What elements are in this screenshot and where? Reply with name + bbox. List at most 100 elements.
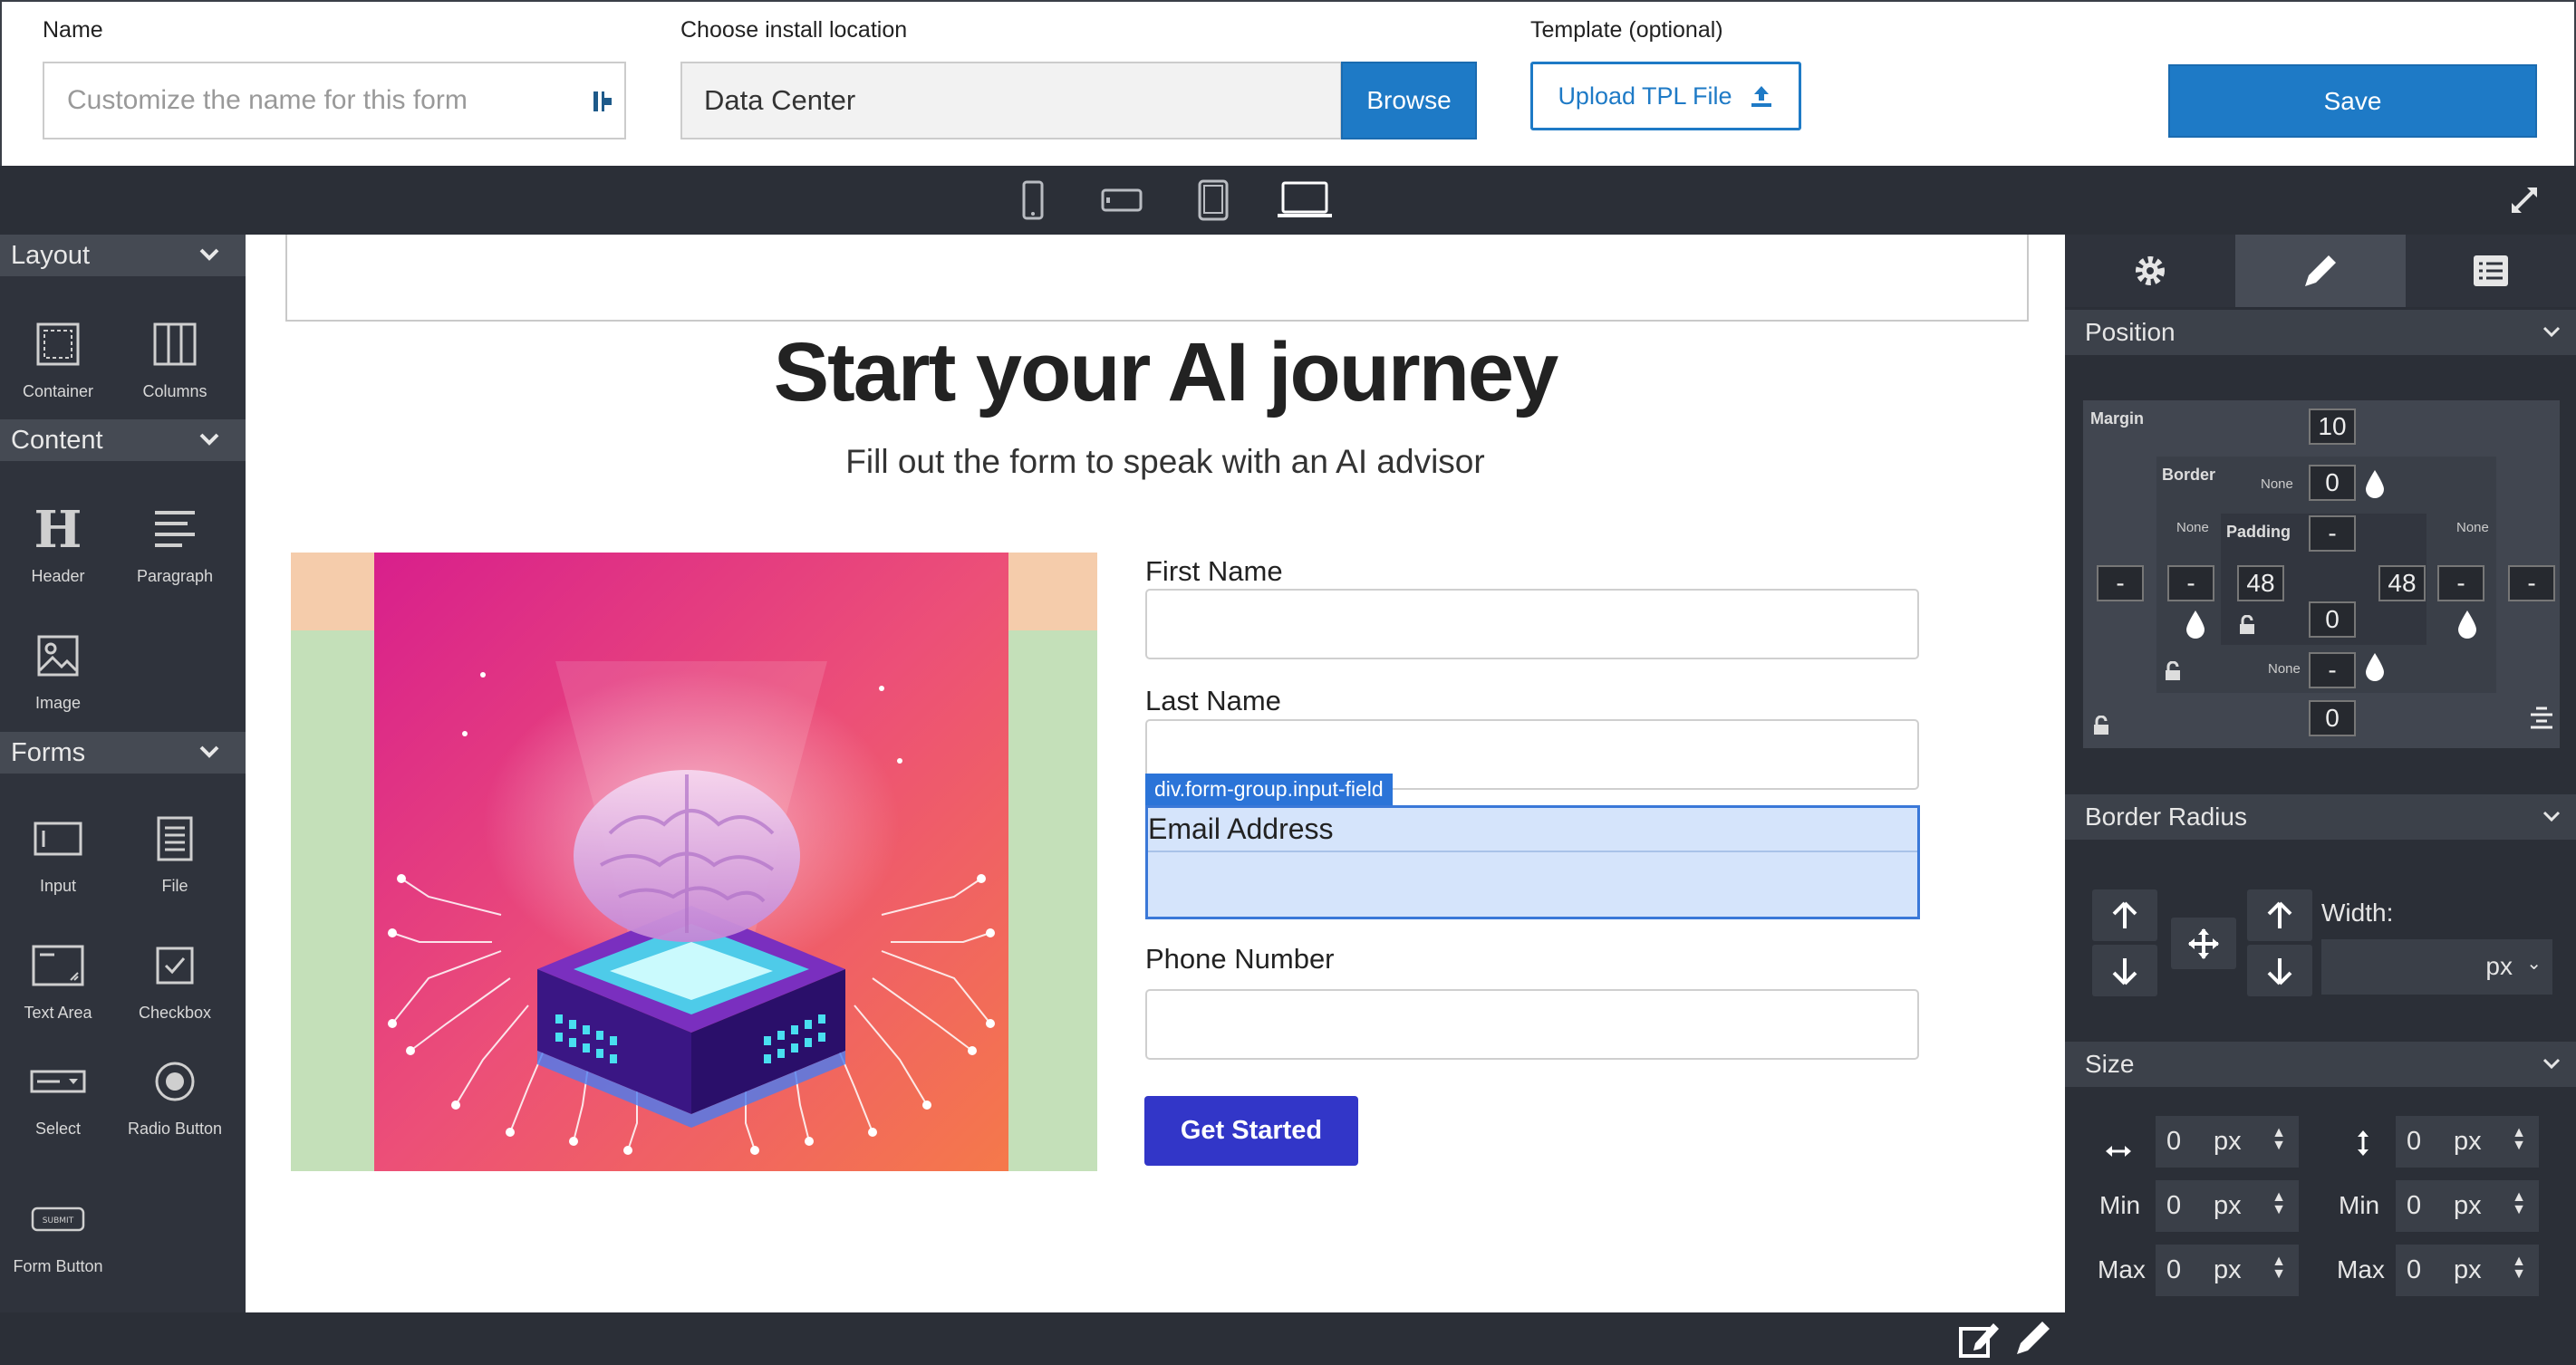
max-height-input[interactable]: 0 px ▲ ▼ bbox=[2396, 1245, 2539, 1296]
textarea-tool-label: Text Area bbox=[24, 1004, 92, 1022]
textarea-tool[interactable]: Text Area bbox=[4, 934, 112, 1024]
stepper-icon[interactable]: ▲ ▼ bbox=[2272, 1190, 2286, 1217]
border-right-color-icon[interactable] bbox=[2456, 609, 2478, 639]
stepper-icon[interactable]: ▲ ▼ bbox=[2272, 1254, 2286, 1282]
tab-settings[interactable] bbox=[2065, 235, 2235, 307]
get-started-button[interactable]: Get Started bbox=[1144, 1096, 1358, 1166]
position-section-header[interactable]: Position bbox=[2065, 310, 2576, 355]
border-bottom-style[interactable]: None bbox=[2268, 661, 2301, 677]
margin-unlock-icon[interactable] bbox=[2092, 716, 2110, 735]
tab-style[interactable] bbox=[2235, 235, 2406, 307]
tab-list[interactable] bbox=[2406, 235, 2576, 307]
device-toolbar bbox=[0, 166, 2576, 235]
radius-width-input[interactable]: px ⌄ bbox=[2321, 939, 2552, 995]
columns-tool[interactable]: Columns bbox=[121, 312, 229, 402]
checkbox-tool-label: Checkbox bbox=[138, 1004, 212, 1022]
page-title[interactable]: Start your AI journey bbox=[246, 325, 2065, 420]
margin-top-input[interactable]: 10 bbox=[2309, 409, 2356, 445]
stepper-icon[interactable]: ▲ ▼ bbox=[2272, 1126, 2286, 1153]
max-width-input[interactable]: 0 px ▲ ▼ bbox=[2156, 1245, 2299, 1296]
margin-right-input[interactable]: - bbox=[2508, 565, 2555, 601]
mobile-landscape-icon[interactable] bbox=[1100, 178, 1143, 223]
width-arrows-icon bbox=[2106, 1146, 2131, 1157]
stepper-icon[interactable]: ▲ ▼ bbox=[2512, 1254, 2526, 1282]
pencil-icon[interactable] bbox=[2012, 1318, 2053, 1360]
browse-button[interactable]: Browse bbox=[1341, 62, 1477, 139]
radius-top-left-button[interactable] bbox=[2092, 889, 2157, 941]
first-name-input[interactable] bbox=[1145, 589, 1919, 659]
content-section-header[interactable]: Content bbox=[0, 419, 246, 461]
border-right-style[interactable]: None bbox=[2456, 520, 2489, 535]
border-left-style[interactable]: None bbox=[2176, 520, 2209, 535]
file-tool[interactable]: File bbox=[121, 807, 229, 897]
phone-input[interactable] bbox=[1145, 989, 1919, 1060]
header-tool[interactable]: H Header bbox=[4, 497, 112, 587]
radio-tool[interactable]: Radio Button bbox=[121, 1050, 229, 1139]
border-bottom-input[interactable]: - bbox=[2309, 652, 2356, 688]
form-button-tool[interactable]: SUBMIT Form Button bbox=[4, 1187, 112, 1277]
radius-bottom-right-button[interactable] bbox=[2247, 945, 2312, 996]
top-container-block[interactable] bbox=[285, 235, 2029, 322]
select-tool[interactable]: Select bbox=[4, 1050, 112, 1139]
min-width-input[interactable]: 0 px ▲ ▼ bbox=[2156, 1180, 2299, 1232]
image-column[interactable] bbox=[291, 553, 1097, 1171]
border-color-icon[interactable] bbox=[2364, 468, 2386, 499]
stepper-icon[interactable]: ▲ ▼ bbox=[2512, 1126, 2526, 1153]
save-button[interactable]: Save bbox=[2168, 64, 2537, 138]
edit-square-icon[interactable] bbox=[1957, 1318, 2001, 1360]
tablet-icon[interactable] bbox=[1196, 178, 1230, 223]
email-input[interactable] bbox=[1148, 851, 1917, 917]
padding-unlock-icon[interactable] bbox=[2238, 615, 2256, 635]
phone-label[interactable]: Phone Number bbox=[1145, 943, 1335, 976]
template-label: Template (optional) bbox=[1530, 17, 1723, 43]
padding-left-input[interactable]: 48 bbox=[2237, 565, 2284, 601]
page-subtitle[interactable]: Fill out the form to speak with an AI ad… bbox=[246, 443, 2065, 481]
form-name-input[interactable]: Customize the name for this form bbox=[43, 62, 626, 139]
upload-tpl-button[interactable]: Upload TPL File bbox=[1530, 62, 1801, 130]
border-bottom-color-icon[interactable] bbox=[2364, 651, 2386, 682]
radius-all-button[interactable] bbox=[2171, 918, 2236, 969]
width-input[interactable]: 0 px ▲ ▼ bbox=[2156, 1116, 2299, 1168]
last-name-label[interactable]: Last Name bbox=[1145, 685, 1281, 717]
border-left-input[interactable]: - bbox=[2167, 565, 2214, 601]
expand-icon[interactable] bbox=[2508, 178, 2541, 223]
image-tool[interactable]: Image bbox=[4, 624, 112, 714]
chevron-down-icon bbox=[199, 745, 219, 758]
margin-bottom-input[interactable]: 0 bbox=[2309, 700, 2356, 736]
container-tool[interactable]: Container bbox=[4, 312, 112, 402]
chevron-down-icon bbox=[2542, 811, 2561, 822]
layout-section-header[interactable]: Layout bbox=[0, 235, 246, 276]
paragraph-icon bbox=[155, 511, 195, 547]
first-name-label[interactable]: First Name bbox=[1145, 555, 1283, 588]
padding-bottom-input[interactable]: 0 bbox=[2309, 601, 2356, 638]
padding-top-input[interactable]: - bbox=[2309, 515, 2356, 552]
radius-bottom-left-button[interactable] bbox=[2092, 945, 2157, 996]
laptop-icon[interactable] bbox=[1276, 178, 1334, 223]
stepper-icon[interactable]: ▲ ▼ bbox=[2512, 1190, 2526, 1217]
align-center-icon[interactable] bbox=[2528, 706, 2555, 731]
mobile-portrait-icon[interactable] bbox=[1019, 178, 1047, 223]
border-top-style[interactable]: None bbox=[2261, 476, 2293, 492]
ai-brain-chip-image[interactable] bbox=[374, 553, 1008, 1171]
min-height-input[interactable]: 0 px ▲ ▼ bbox=[2396, 1180, 2539, 1232]
border-left-color-icon[interactable] bbox=[2185, 609, 2206, 639]
editor-canvas[interactable]: Start your AI journey Fill out the form … bbox=[246, 235, 2065, 1312]
border-radius-section-header[interactable]: Border Radius bbox=[2065, 794, 2576, 840]
height-arrows-icon bbox=[2358, 1130, 2369, 1156]
properties-panel: Position Margin Border Padding None None… bbox=[2065, 235, 2576, 1365]
forms-section-header[interactable]: Forms bbox=[0, 732, 246, 774]
margin-left-input[interactable]: - bbox=[2097, 565, 2144, 601]
radius-top-right-button[interactable] bbox=[2247, 889, 2312, 941]
checkbox-tool[interactable]: Checkbox bbox=[121, 934, 229, 1024]
padding-right-input[interactable]: 48 bbox=[2378, 565, 2426, 601]
border-top-input[interactable]: 0 bbox=[2309, 465, 2356, 501]
install-location-field[interactable]: Data Center bbox=[680, 62, 1342, 139]
border-right-input[interactable]: - bbox=[2437, 565, 2484, 601]
email-label[interactable]: Email Address bbox=[1148, 812, 1334, 846]
height-input[interactable]: 0 px ▲ ▼ bbox=[2396, 1116, 2539, 1168]
container-icon bbox=[36, 322, 80, 366]
size-section-header[interactable]: Size bbox=[2065, 1042, 2576, 1087]
paragraph-tool[interactable]: Paragraph bbox=[121, 497, 229, 587]
input-tool[interactable]: Input bbox=[4, 807, 112, 897]
border-unlock-icon[interactable] bbox=[2164, 661, 2182, 681]
